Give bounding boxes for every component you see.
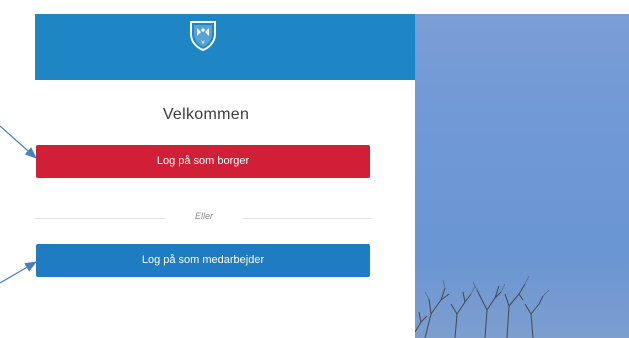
login-panel: Velkommen Log på som borger Eller Log på… <box>35 14 415 338</box>
screenshot-stage: Velkommen Log på som borger Eller Log på… <box>0 0 629 338</box>
divider-line-left <box>35 218 165 219</box>
divider-line-right <box>243 218 371 219</box>
divider-text: Eller <box>194 211 213 221</box>
or-divider: Eller <box>35 211 371 225</box>
employee-login-button[interactable]: Log på som medarbejder <box>36 244 370 277</box>
arrow-to-citizen-button <box>0 125 37 159</box>
citizen-login-button[interactable]: Log på som borger <box>36 145 370 178</box>
sky-background-photo <box>415 14 629 338</box>
bare-tree-branches <box>415 275 550 338</box>
arrow-to-employee-button <box>0 261 38 284</box>
welcome-title: Velkommen <box>162 106 250 123</box>
municipal-crest-icon <box>190 21 216 52</box>
login-header <box>35 14 415 80</box>
